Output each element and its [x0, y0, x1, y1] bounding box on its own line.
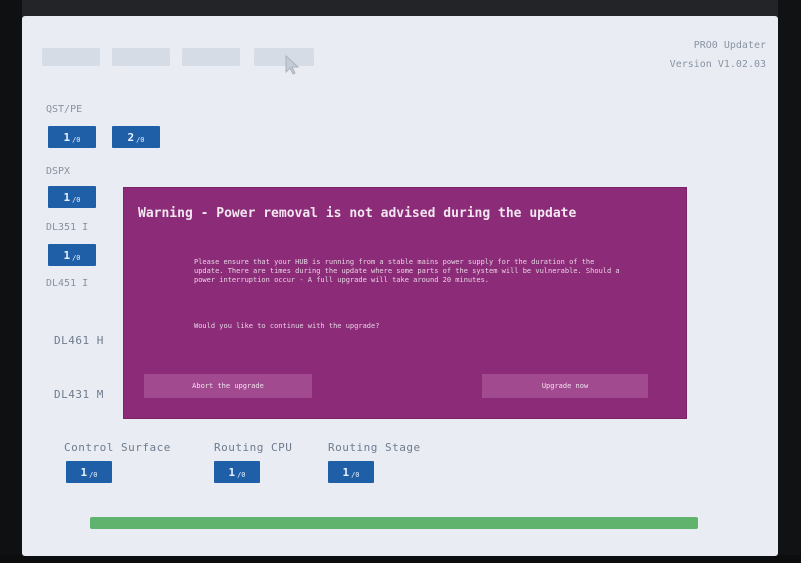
monitor-bezel-bottom	[0, 555, 801, 563]
top-tab-2[interactable]	[112, 48, 170, 66]
mouse-pointer-icon	[285, 54, 300, 75]
monitor-bezel-top	[0, 0, 801, 16]
top-tab-1[interactable]	[42, 48, 100, 66]
qst-button-2[interactable]: 2/0	[112, 126, 160, 148]
section-label-qst: QST/PE	[46, 104, 83, 115]
dialog-question: Would you like to continue with the upgr…	[194, 322, 380, 330]
qst-button-1-label: 1	[63, 130, 71, 144]
routing-cpu-button[interactable]: 1/0	[214, 461, 260, 483]
dl351-button-1-label: 1	[63, 248, 71, 262]
dialog-body: Please ensure that your HUB is running f…	[194, 258, 620, 284]
control-surface-label: Control Surface	[64, 441, 171, 454]
updater-screen: PRO0 Updater Version V1.02.03 QST/PE 1/0…	[22, 16, 778, 556]
control-surface-button-sub: /0	[89, 471, 98, 479]
dsp-button-1-sub: /0	[72, 196, 81, 204]
qst-button-2-label: 2	[127, 130, 135, 144]
app-title: PRO0 Updater	[693, 40, 766, 51]
qst-button-1-sub: /0	[72, 136, 81, 144]
power-warning-dialog: Warning - Power removal is not advised d…	[124, 188, 686, 418]
routing-stage-label: Routing Stage	[328, 441, 421, 454]
section-label-dl451: DL451 I	[46, 278, 89, 289]
upgrade-now-button[interactable]: Upgrade now	[482, 374, 648, 398]
routing-cpu-button-label: 1	[228, 465, 236, 479]
update-progress-bar	[90, 517, 698, 529]
control-surface-button[interactable]: 1/0	[66, 461, 112, 483]
version-label: Version V1.02.03	[669, 59, 766, 70]
qst-button-1[interactable]: 1/0	[48, 126, 96, 148]
section-label-dl431: DL431 M	[54, 388, 104, 401]
dsp-button-1-label: 1	[63, 190, 71, 204]
routing-cpu-button-sub: /0	[237, 471, 246, 479]
routing-cpu-label: Routing CPU	[214, 441, 293, 454]
dsp-button-1[interactable]: 1/0	[48, 186, 96, 208]
header-info: PRO0 Updater Version V1.02.03	[670, 36, 766, 74]
section-label-dl461: DL461 H	[54, 334, 104, 347]
top-tab-3[interactable]	[182, 48, 240, 66]
routing-stage-button[interactable]: 1/0	[328, 461, 374, 483]
qst-button-2-sub: /0	[136, 136, 145, 144]
routing-stage-button-label: 1	[342, 465, 350, 479]
dl351-button-1-sub: /0	[72, 254, 81, 262]
section-label-dsp: DSPX	[46, 166, 71, 177]
monitor-bezel-left	[0, 0, 22, 563]
routing-stage-button-sub: /0	[351, 471, 360, 479]
abort-upgrade-button[interactable]: Abort the upgrade	[144, 374, 312, 398]
monitor-bezel-right	[778, 0, 801, 563]
section-label-dl351: DL351 I	[46, 222, 89, 233]
dl351-button-1[interactable]: 1/0	[48, 244, 96, 266]
dialog-title: Warning - Power removal is not advised d…	[138, 206, 577, 221]
control-surface-button-label: 1	[80, 465, 88, 479]
